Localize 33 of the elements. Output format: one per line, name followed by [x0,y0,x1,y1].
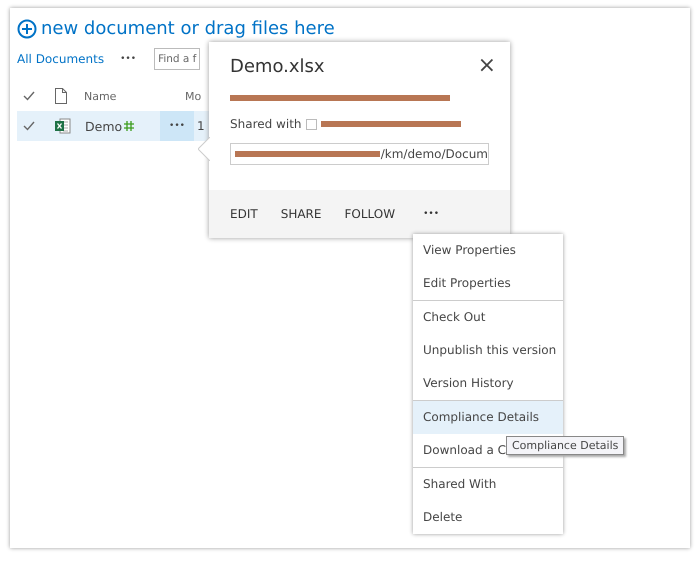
column-header[interactable]: Mo [185,90,202,102]
menu-item[interactable]: View Properties [413,234,563,267]
callout-action[interactable]: ••• [423,209,440,219]
presence-icon [306,118,317,130]
new-document-link[interactable]: new document or drag files here [41,18,335,39]
view-more-button[interactable]: ••• [120,54,136,64]
close-icon[interactable]: × [478,56,496,77]
open-menu-button[interactable]: ••• [160,111,194,141]
callout-action[interactable]: EDIT [230,207,258,221]
callout-action[interactable]: FOLLOW [344,207,396,221]
menu-item[interactable]: Shared With [413,468,563,501]
menu-item[interactable]: Edit Properties [413,267,563,300]
url-field[interactable]: /km/demo/Docum [230,143,489,165]
menu-item[interactable]: Compliance Details [413,401,563,434]
check-icon[interactable] [23,91,35,101]
check-icon[interactable] [23,121,35,131]
table-cell: 1 [197,119,205,133]
search-field[interactable]: Find a f [154,48,200,70]
callout-action[interactable]: SHARE [280,207,322,221]
document-icon [55,88,67,104]
column-header[interactable]: Name [84,90,116,102]
menu-item[interactable]: Check Out [413,301,563,334]
file-row[interactable]: Demo ••• 1 [17,111,209,141]
view-link[interactable]: All Documents [17,52,104,66]
file-name-link[interactable]: Demo [85,118,122,134]
tooltip: Compliance Details [506,436,624,455]
menu-item[interactable]: Delete [413,501,563,534]
menu-item[interactable]: Unpublish this version [413,334,563,367]
menu-item[interactable]: Version History [413,367,563,400]
plus-icon[interactable] [17,18,37,38]
excel-file-icon [55,118,71,134]
shared-with-label: Shared with [230,117,302,131]
callout-title: Demo.xlsx [230,56,325,77]
